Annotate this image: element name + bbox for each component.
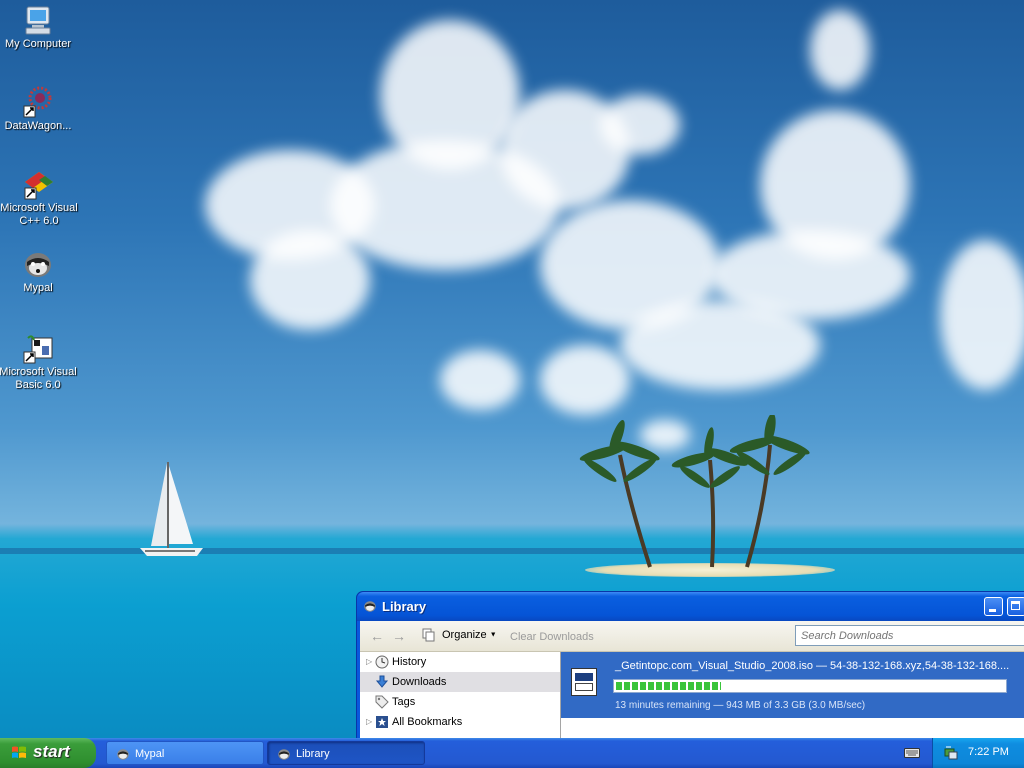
mypal-icon <box>363 599 377 613</box>
network-icon[interactable] <box>943 745 959 761</box>
taskbar-button-library[interactable]: Library <box>267 741 425 765</box>
library-body: ← → Organize ▼ Clear Downloads ▷ <box>360 621 1024 752</box>
taskbar: start Mypal Library 7:22 PM <box>0 738 1024 768</box>
desktop-icon-visual-basic[interactable]: Microsoft Visual Basic 6.0 <box>0 332 78 392</box>
search-downloads-input[interactable] <box>795 625 1024 646</box>
cloud <box>250 230 370 330</box>
sidebar-item-downloads[interactable]: Downloads <box>360 672 560 692</box>
system-tray: 7:22 PM <box>932 738 1024 768</box>
expand-triangle-icon[interactable]: ▷ <box>366 652 372 672</box>
tag-icon <box>375 695 389 709</box>
download-arrow-icon <box>375 675 389 689</box>
sidebar-item-label: All Bookmarks <box>392 716 463 728</box>
back-button[interactable]: ← <box>370 629 384 643</box>
desktop-icon-label: DataWagon... <box>4 120 72 132</box>
iso-file-icon <box>571 668 597 696</box>
clear-downloads-button[interactable]: Clear Downloads <box>510 631 594 643</box>
organize-menu-button[interactable]: Organize ▼ <box>442 629 497 641</box>
visual-cpp-icon <box>23 168 55 200</box>
sidebar-item-tags[interactable]: Tags <box>360 692 560 712</box>
expand-triangle-icon[interactable]: ▷ <box>366 712 372 732</box>
my-computer-icon <box>22 4 54 36</box>
organize-label: Organize <box>442 629 487 641</box>
keyboard-layout-icon[interactable] <box>904 747 920 759</box>
desktop-icon-datawagon[interactable]: DataWagon... <box>0 86 78 133</box>
library-window: Library ← → Organize ▼ Clear Downloads S… <box>356 591 1024 753</box>
forward-button[interactable]: → <box>392 629 406 643</box>
clock-icon <box>375 655 389 669</box>
cloud <box>540 345 630 415</box>
download-item[interactable]: _Getintopc.com_Visual_Studio_2008.iso — … <box>561 652 1024 718</box>
start-label: start <box>33 742 70 761</box>
cloud <box>710 230 910 320</box>
library-titlebar[interactable]: Library <box>357 592 1024 621</box>
start-button[interactable]: start <box>0 738 96 768</box>
sidebar-item-label: History <box>392 656 427 668</box>
desktop-icon-visual-cpp[interactable]: Microsoft Visual C++ 6.0 <box>0 168 79 228</box>
datawagon-icon <box>22 86 54 118</box>
visual-basic-icon <box>22 332 54 364</box>
desktop-icon-mypal[interactable]: Mypal <box>0 248 78 295</box>
sailboat <box>140 462 203 556</box>
desktop-icon-label: My Computer <box>4 38 72 50</box>
desktop-icon-label: Microsoft Visual C++ 6.0 <box>0 202 78 227</box>
taskbar-button-mypal[interactable]: Mypal <box>106 741 264 765</box>
download-filename: _Getintopc.com_Visual_Studio_2008.iso — … <box>615 660 1010 672</box>
palm-trees <box>579 415 810 568</box>
desktop-icon-label: Mypal <box>23 282 53 294</box>
mypal-icon <box>277 747 291 761</box>
window-title: Library <box>382 599 427 614</box>
taskbar-button-label: Library <box>296 748 330 760</box>
taskbar-button-label: Mypal <box>135 748 165 760</box>
desktop-icon-my-computer[interactable]: My Computer <box>0 4 78 51</box>
clock[interactable]: 7:22 PM <box>968 746 1009 758</box>
mypal-icon <box>116 747 130 761</box>
maximize-icon <box>1011 601 1020 610</box>
sidebar-item-all-bookmarks[interactable]: ▷ All Bookmarks <box>360 712 560 732</box>
downloads-list: _Getintopc.com_Visual_Studio_2008.iso — … <box>561 652 1024 752</box>
back-arrow-icon: ← <box>370 628 384 644</box>
cloud <box>940 240 1024 390</box>
sidebar-item-label: Tags <box>392 696 416 708</box>
library-sidebar: ▷ History Downloads Tags ▷ All Bookmarks <box>360 652 561 752</box>
minimize-icon <box>989 609 996 612</box>
windows-flag-icon <box>11 745 27 761</box>
bookmark-star-icon <box>375 715 389 729</box>
organize-menu-icon <box>422 628 436 642</box>
cloud <box>600 95 680 155</box>
download-progress-fill <box>616 682 721 690</box>
chevron-down-icon: ▼ <box>489 631 497 639</box>
sidebar-item-history[interactable]: ▷ History <box>360 652 560 672</box>
forward-arrow-icon: → <box>392 628 406 644</box>
maximize-button[interactable] <box>1007 597 1024 616</box>
cloud <box>440 350 520 410</box>
sidebar-item-label: Downloads <box>392 676 447 688</box>
mypal-icon <box>22 248 54 280</box>
download-progress-bar <box>613 679 1007 693</box>
download-status: 13 minutes remaining — 943 MB of 3.3 GB … <box>615 700 866 711</box>
minimize-button[interactable] <box>984 597 1003 616</box>
library-toolbar: ← → Organize ▼ Clear Downloads <box>360 621 1024 652</box>
desktop-icon-label: Microsoft Visual Basic 6.0 <box>0 366 77 391</box>
cloud <box>810 10 870 90</box>
